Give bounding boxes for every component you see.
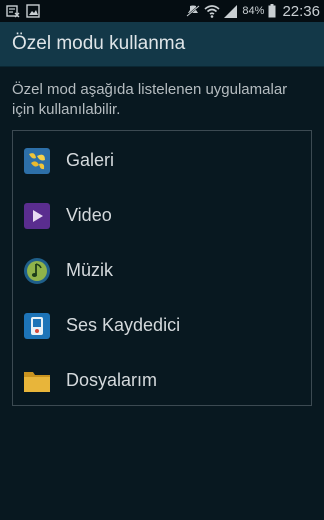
music-icon [23,257,51,285]
list-item-voice-recorder[interactable]: Ses Kaydedici [13,298,311,353]
app-label-voice-recorder: Ses Kaydedici [66,315,181,335]
clock: 22:36 [282,2,320,20]
battery-icon [268,4,276,18]
app-list: Galeri Video Müzik Ses Kaydedici Dosyala… [12,130,312,406]
app-label-my-files: Dosyalarım [66,370,158,390]
my-files-icon [23,367,51,395]
status-bar: 84% 22:36 [0,0,324,22]
video-icon [23,202,51,230]
list-item-my-files[interactable]: Dosyalarım [13,353,311,408]
page-title: Özel modu kullanma [12,33,186,54]
silent-mode-icon [186,4,201,18]
screen-mirroring-off-icon [6,4,20,18]
wifi-icon [204,4,220,18]
title-bar: Özel modu kullanma [0,22,324,67]
list-item-music[interactable]: Müzik [13,243,311,298]
app-label-video: Video [66,205,112,225]
image-icon [26,4,40,18]
description-text: Özel mod aşağıda listelenen uygulamalar … [12,81,288,118]
gallery-icon [23,147,51,175]
list-item-gallery[interactable]: Galeri [13,133,311,188]
voice-recorder-icon [23,312,51,340]
app-label-gallery: Galeri [66,150,115,170]
battery-percent: 84% [242,5,265,17]
app-label-music: Müzik [66,260,114,280]
list-item-video[interactable]: Video [13,188,311,243]
signal-icon [224,4,238,18]
